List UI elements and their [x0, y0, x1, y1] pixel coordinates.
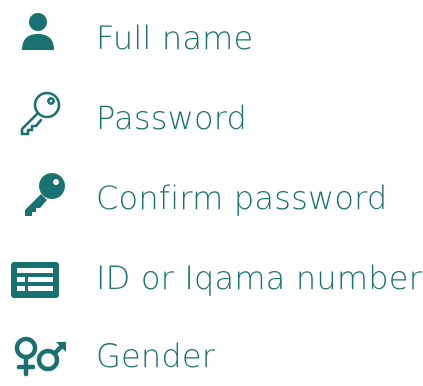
- key-outline-icon: [0, 88, 80, 148]
- full-name-field[interactable]: Full name: [0, 10, 423, 70]
- gender-field[interactable]: Gender: [0, 326, 423, 386]
- confirm-password-field[interactable]: Confirm password: [0, 168, 423, 228]
- user-icon: [0, 10, 80, 70]
- gender-label: Gender: [96, 337, 216, 375]
- password-field[interactable]: Password: [0, 88, 423, 148]
- full-name-label: Full name: [96, 19, 254, 57]
- id-card-icon: [0, 248, 80, 308]
- gender-icon: [0, 326, 80, 386]
- key-filled-icon: [0, 168, 80, 228]
- id-or-iqama-label: ID or Iqama number: [96, 259, 422, 297]
- registration-field-list: Full name Password Confirm password ID o…: [0, 0, 423, 381]
- password-label: Password: [96, 99, 248, 137]
- confirm-password-label: Confirm password: [96, 179, 388, 217]
- id-or-iqama-field[interactable]: ID or Iqama number: [0, 248, 423, 308]
